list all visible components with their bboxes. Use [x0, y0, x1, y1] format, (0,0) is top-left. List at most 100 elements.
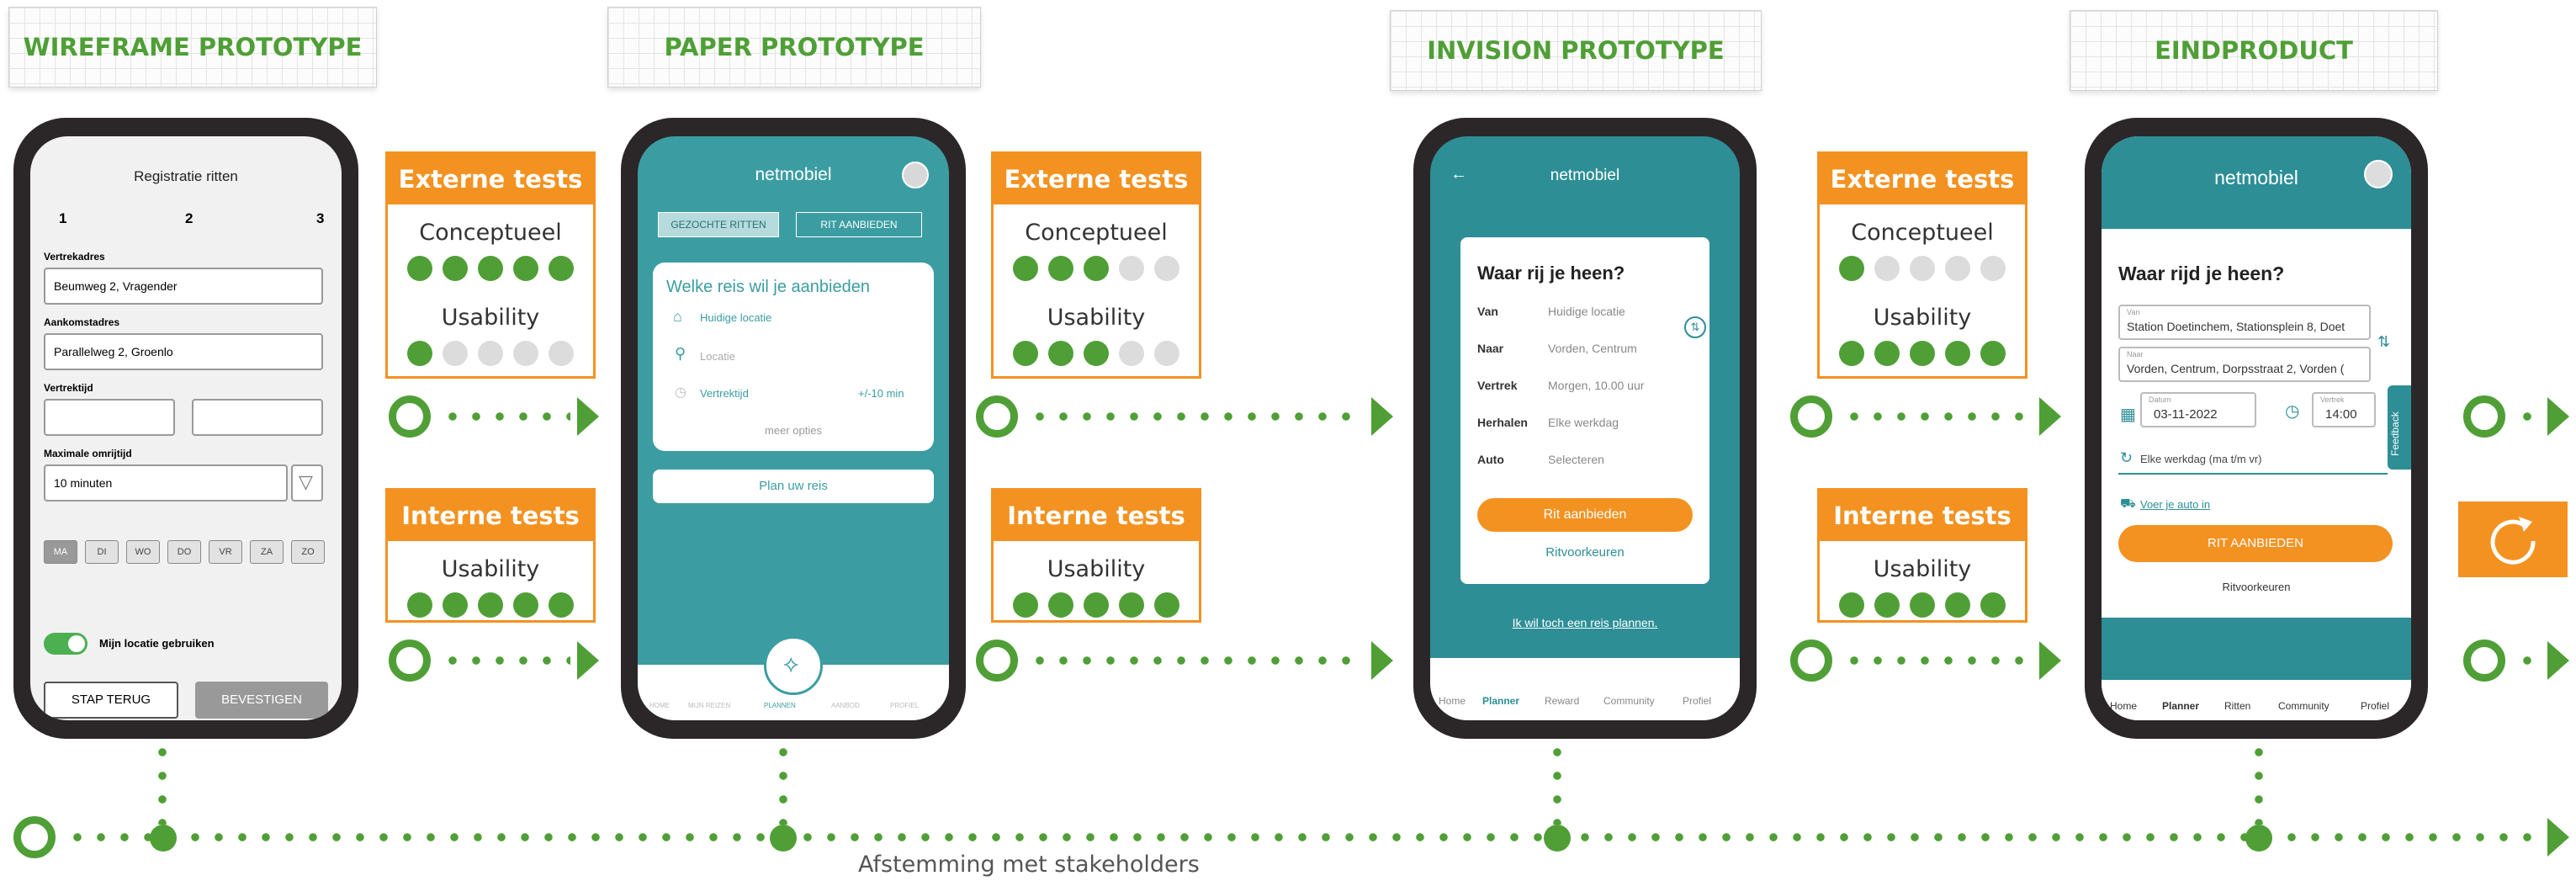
usability-label: Usability [1047, 556, 1146, 582]
herhaal-label[interactable]: Elke werkdag (ma t/m vr) [2140, 453, 2261, 465]
stakeholder-connector [1553, 740, 1561, 825]
feedback-tab[interactable]: Feedback [2388, 385, 2411, 470]
nav-home[interactable]: HOME [649, 702, 670, 709]
stakeholder-connector [779, 740, 787, 825]
score-dot [407, 256, 432, 281]
score-dot [1084, 256, 1109, 281]
naar-value: Vorden, Centrum, Dorpsstraat 2, Vorden ( [2127, 362, 2345, 375]
phone-eindproduct: netmobiel Waar rijd je heen? Van Station… [2085, 118, 2428, 739]
swap-icon[interactable]: ⇅ [2377, 333, 2390, 351]
nav-community[interactable]: Community [2278, 700, 2330, 712]
avatar[interactable] [902, 162, 929, 188]
day-button[interactable]: MA [44, 540, 77, 564]
score-dot [1839, 256, 1864, 281]
score-dot [1874, 592, 1900, 618]
stage-label-wireframe: WIREFRAME PROTOTYPE [8, 7, 377, 88]
score-dot [1874, 341, 1900, 366]
field-value[interactable]: Elke werkdag [1548, 416, 1619, 429]
avatar[interactable] [2364, 160, 2393, 188]
nav-profiel[interactable]: Profiel [1683, 695, 1711, 707]
trip-card: Welke reis wil je aanbieden ⌂ Huidige lo… [653, 263, 934, 451]
step-2: 2 [185, 210, 193, 226]
field-label: Van [1477, 305, 1498, 318]
stage-label-invision: INVISION PROTOTYPE [1390, 10, 1762, 91]
score-dot [407, 341, 432, 366]
swap-icon[interactable]: ⇅ [1684, 316, 1706, 338]
nav-profiel[interactable]: Profiel [2361, 700, 2389, 712]
field-value[interactable]: Morgen, 10.00 uur [1548, 379, 1644, 392]
meer-opties-link[interactable]: meer opties [653, 424, 934, 437]
day-button[interactable]: ZA [250, 540, 284, 564]
stage-label-eindproduct: EINDPRODUCT [2070, 10, 2438, 91]
ritvoorkeuren-link[interactable]: Ritvoorkeuren [1460, 545, 1709, 560]
ride-fields: Van Huidige locatie Naar Vorden, Centrum Ver… [1477, 305, 1696, 490]
field-value[interactable]: Selecteren [1548, 453, 1604, 466]
day-button[interactable]: DO [167, 540, 201, 564]
flow-arrow [389, 395, 599, 438]
stakeholder-node [150, 825, 177, 852]
usability-label: Usability [1047, 305, 1146, 331]
plan-trip-link[interactable]: Ik wil toch een reis plannen. [1430, 616, 1740, 629]
rit-aanbieden-button[interactable]: RIT AANBIEDEN [2118, 525, 2393, 562]
vertrektijd-date-field[interactable] [44, 399, 175, 436]
vertrek-value: 14:00 [2325, 407, 2357, 422]
chevron-down-icon[interactable]: ▽ [291, 464, 323, 502]
van-field[interactable]: Van Station Doetinchem, Stationsplein 8,… [2118, 305, 2371, 340]
day-button[interactable]: WO [126, 540, 160, 564]
score-dots [388, 592, 593, 618]
naar-field[interactable]: Naar Vorden, Centrum, Dorpsstraat 2, Vor… [2118, 347, 2371, 382]
nav-planner[interactable]: Planner [1482, 695, 1519, 707]
vertrek-field[interactable]: Vertrek 14:00 [2312, 392, 2376, 427]
field-value[interactable]: Vorden, Centrum [1548, 342, 1637, 355]
vertrek-label: Vertrek [2320, 395, 2345, 404]
vertrektijd-time-field[interactable] [192, 399, 323, 436]
location-toggle[interactable] [44, 633, 87, 655]
rit-aanbieden-button[interactable]: Rit aanbieden [1477, 498, 1693, 532]
ritvoorkeuren-link[interactable]: Ritvoorkeuren [2102, 581, 2411, 593]
day-button[interactable]: DI [85, 540, 119, 564]
nav-profiel[interactable]: PROFIEL [890, 702, 919, 709]
score-dots [994, 341, 1199, 366]
stage-label-paper: PAPER PROTOTYPE [607, 7, 981, 88]
ride-card: Waar rij je heen? Van Huidige locatie Naar… [1460, 237, 1709, 584]
score-dot [1119, 256, 1144, 281]
nav-community[interactable]: Community [1603, 695, 1655, 707]
nav-home[interactable]: Home [1439, 695, 1466, 707]
auto-link[interactable]: Voer je auto in [2140, 498, 2210, 511]
vertrektijd-label: Vertrektijd [700, 387, 749, 400]
nav-plannen[interactable]: PLANNEN [764, 702, 796, 709]
back-button[interactable]: STAP TERUG [44, 682, 178, 719]
plan-button[interactable]: Plan uw reis [653, 470, 934, 503]
field-value[interactable]: Huidige locatie [1548, 305, 1625, 318]
step-3: 3 [316, 210, 325, 226]
score-dot [549, 592, 574, 618]
locatie-label: Mijn locatie gebruiken [99, 637, 215, 650]
nav-ritten[interactable]: Ritten [2224, 700, 2250, 712]
nav-aanbod[interactable]: AANBOD [831, 702, 860, 709]
score-dots [1820, 592, 2025, 618]
score-dots [1820, 256, 2025, 281]
score-dot [1084, 341, 1109, 366]
plan-fab[interactable]: ⟡ [764, 636, 823, 695]
nav-home[interactable]: Home [2110, 700, 2137, 712]
score-dot [1980, 592, 2006, 618]
vertrekadres-field[interactable]: Beumweg 2, Vragender [44, 268, 323, 305]
day-button[interactable]: VR [209, 540, 242, 564]
day-button[interactable]: ZO [291, 540, 325, 564]
confirm-button[interactable]: BEVESTIGEN [195, 682, 328, 719]
external-tests-box-3: Externe tests Conceptueel Usability [1817, 151, 2027, 379]
datum-field[interactable]: Datum 03-11-2022 [2140, 392, 2256, 427]
nav-planner[interactable]: Planner [2162, 700, 2199, 712]
aankomstadres-field[interactable]: Parallelweg 2, Groenlo [44, 333, 323, 370]
invision-bottom-nav: Home Planner Reward Community Profiel [1430, 658, 1740, 720]
locatie-input[interactable]: Locatie [700, 350, 735, 363]
stage-title: INVISION PROTOTYPE [1427, 36, 1725, 65]
tab-aanbieden[interactable]: RIT AANBIEDEN [796, 212, 922, 237]
tab-gezocht[interactable]: GEZOCHTE RITTEN [658, 212, 779, 237]
omrijtijd-select[interactable]: 10 minuten [44, 464, 288, 502]
reload-icon [2490, 517, 2536, 565]
nav-reizen[interactable]: MIJN REIZEN [688, 702, 730, 709]
clock-icon: ◷ [2285, 402, 2300, 421]
wireframe-title: Registratie ritten [134, 168, 238, 184]
nav-reward[interactable]: Reward [1545, 695, 1579, 707]
